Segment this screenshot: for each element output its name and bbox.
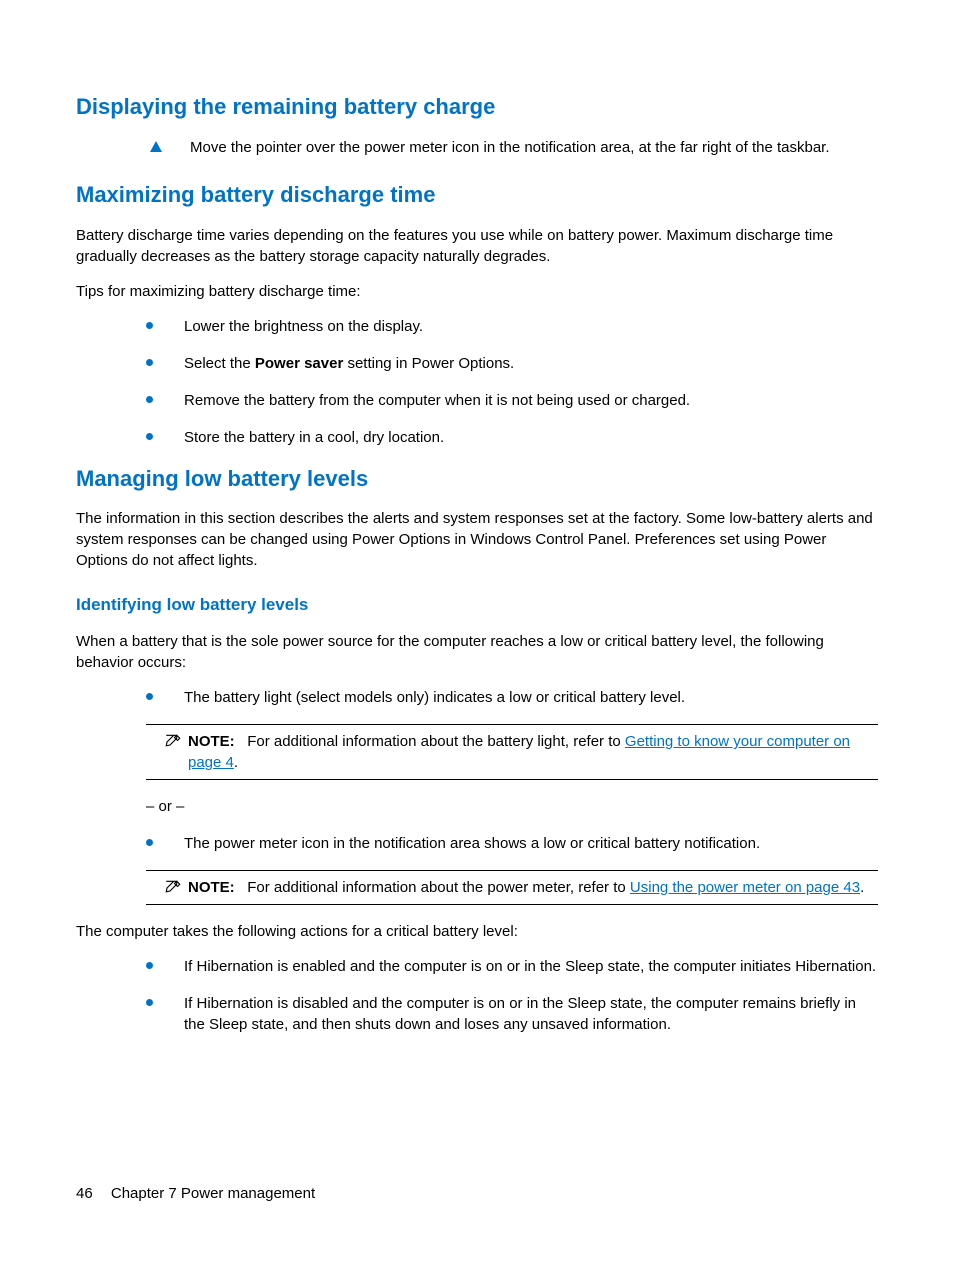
heading-maximizing-discharge-time: Maximizing battery discharge time [76,180,878,211]
heading-identifying-low-battery: Identifying low battery levels [76,593,878,617]
note-text-pre: For additional information about the pow… [247,879,630,896]
procedure-step: Move the pointer over the power meter ic… [76,137,878,158]
list-item: The battery light (select models only) i… [146,687,878,708]
paragraph: The information in this section describe… [76,508,878,571]
or-separator: – or – [146,796,878,817]
list-item-text: If Hibernation is enabled and the comput… [184,958,876,975]
list-item: The power meter icon in the notification… [146,833,878,854]
bullet-list: Lower the brightness on the display. Sel… [146,316,878,448]
list-item-text-pre: Select the [184,355,255,372]
list-item-text: Store the battery in a cool, dry locatio… [184,429,444,446]
list-item-text: The power meter icon in the notification… [184,835,760,852]
list-item: Lower the brightness on the display. [146,316,878,337]
note-pencil-icon [164,733,182,751]
note-label: NOTE: [188,733,235,750]
list-item: If Hibernation is disabled and the compu… [146,993,878,1035]
link-using-the-power-meter[interactable]: Using the power meter on page 43 [630,879,860,896]
triangle-up-icon [150,141,162,152]
list-item: Remove the battery from the computer whe… [146,390,878,411]
document-page: Displaying the remaining battery charge … [0,0,954,1035]
list-item: Select the Power saver setting in Power … [146,353,878,374]
note-pencil-icon [164,879,182,897]
note-text-post: . [860,879,864,896]
list-item: Store the battery in a cool, dry locatio… [146,427,878,448]
procedure-step-text: Move the pointer over the power meter ic… [190,137,830,158]
page-footer: 46 Chapter 7 Power management [76,1183,315,1204]
bullet-list: The power meter icon in the notification… [146,833,878,854]
list-item-text: The battery light (select models only) i… [184,689,685,706]
bullet-list: If Hibernation is enabled and the comput… [146,956,878,1035]
list-item-text: Remove the battery from the computer whe… [184,392,690,409]
note-text-post: . [234,754,238,771]
list-item-text-post: setting in Power Options. [343,355,514,372]
bullet-list: The battery light (select models only) i… [146,687,878,708]
paragraph: The computer takes the following actions… [76,921,878,942]
note-label: NOTE: [188,879,235,896]
chapter-title: Chapter 7 Power management [111,1185,315,1202]
note-box: NOTE: For additional information about t… [146,724,878,780]
list-item: If Hibernation is enabled and the comput… [146,956,878,977]
note-text-pre: For additional information about the bat… [247,733,625,750]
paragraph: Battery discharge time varies depending … [76,225,878,267]
list-item-text: Lower the brightness on the display. [184,318,423,335]
list-item-text: If Hibernation is disabled and the compu… [184,995,856,1033]
paragraph: Tips for maximizing battery discharge ti… [76,281,878,302]
note-box: NOTE: For additional information about t… [146,870,878,905]
note-text: NOTE: For additional information about t… [188,731,878,773]
note-text: NOTE: For additional information about t… [188,877,878,898]
heading-displaying-remaining-charge: Displaying the remaining battery charge [76,92,878,123]
list-item-text-bold: Power saver [255,355,343,372]
heading-managing-low-battery: Managing low battery levels [76,464,878,495]
paragraph: When a battery that is the sole power so… [76,631,878,673]
page-number: 46 [76,1185,93,1202]
